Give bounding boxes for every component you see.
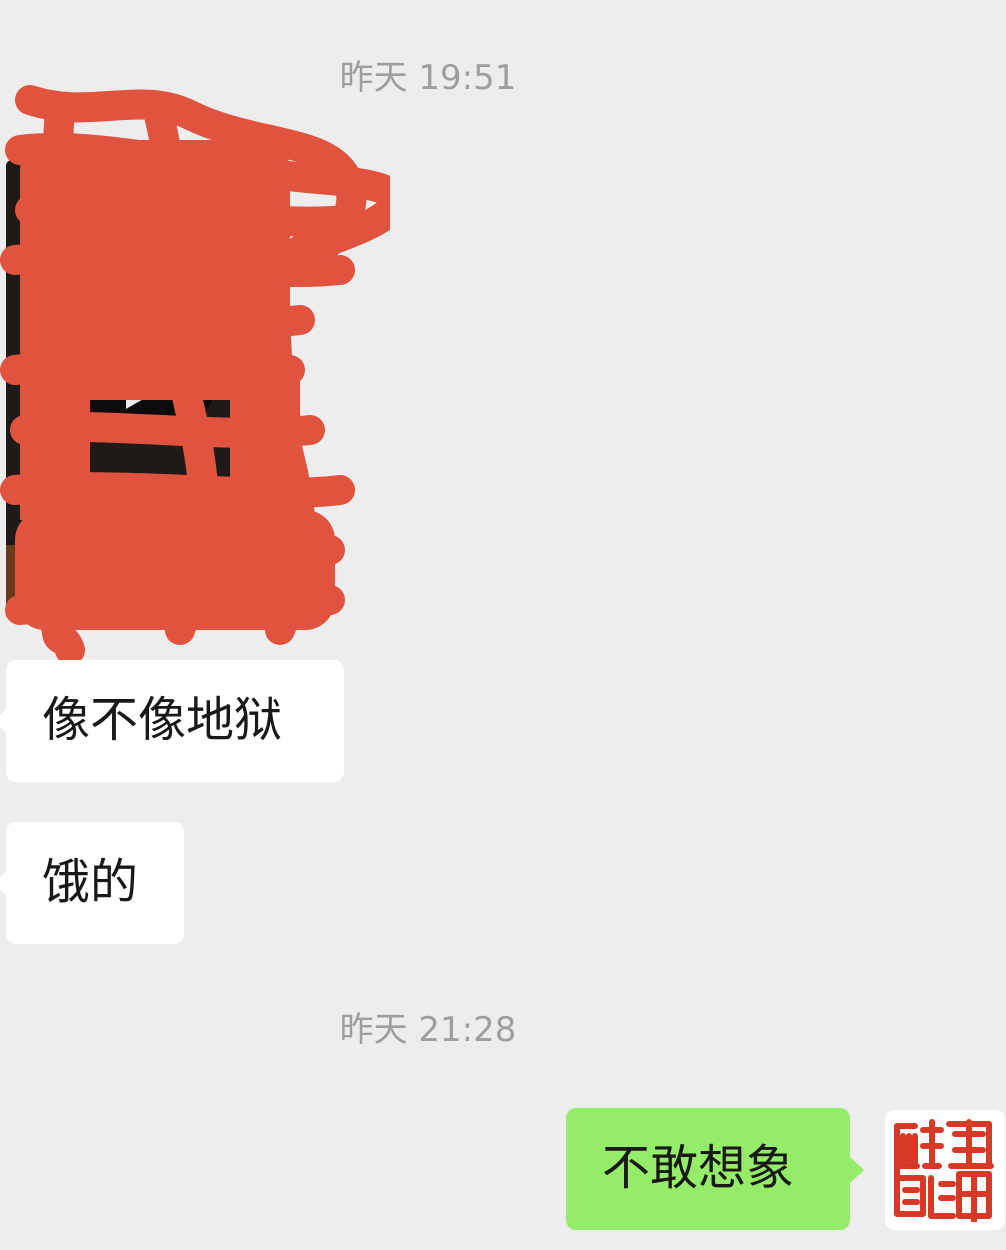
message-bubble-outgoing[interactable]: 不敢想象 (566, 1108, 864, 1230)
avatar[interactable] (885, 1110, 1005, 1230)
timestamp: 昨天 21:28 (339, 1010, 517, 1050)
message-text: 像不像地狱 (42, 692, 283, 748)
seal-avatar-icon (894, 1119, 994, 1222)
message-bubble-incoming[interactable]: 像不像地狱 (0, 660, 344, 782)
redaction-scribble (0, 85, 390, 660)
message-bubble-incoming[interactable]: 饿的 (0, 822, 184, 944)
message-text: 饿的 (42, 854, 139, 910)
message-text: 不敢想象 (602, 1140, 795, 1196)
